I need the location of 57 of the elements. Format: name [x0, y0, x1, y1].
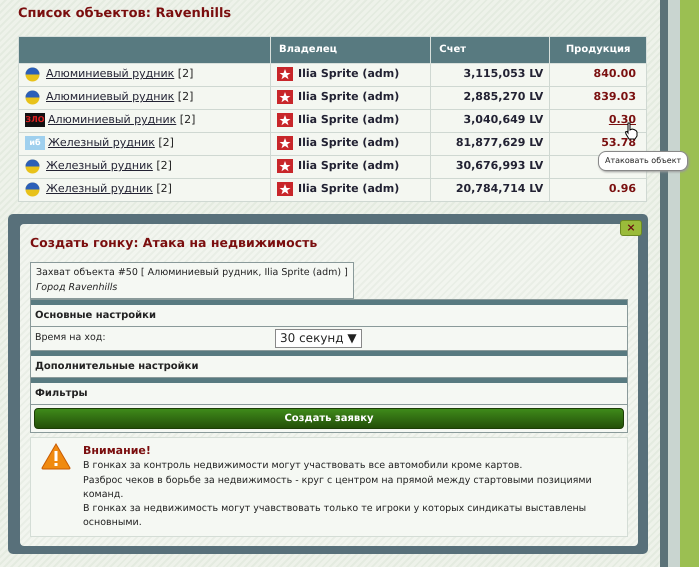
- star-icon: [277, 136, 293, 150]
- owner-name: Ilia Sprite (adm): [298, 90, 400, 104]
- emblem-logo: ЗЛО: [25, 113, 45, 128]
- time-select[interactable]: 30 секунд ▼: [275, 328, 362, 348]
- warning-title: Внимание!: [83, 442, 152, 459]
- score-cell: 20,784,714 LV: [430, 178, 550, 201]
- star-icon: [277, 159, 293, 174]
- star-icon: [277, 67, 293, 82]
- column-header: Продукция: [550, 36, 646, 63]
- score-cell: 2,885,270 LV: [430, 86, 550, 109]
- score-cell: 81,877,629 LV: [430, 132, 550, 155]
- object-count: [2]: [176, 90, 194, 104]
- owner-name: Ilia Sprite (adm): [298, 113, 400, 126]
- score-cell: 3,115,053 LV: [430, 63, 550, 86]
- object-count: [2]: [155, 159, 172, 172]
- warning-text: В гонках за контроль недвижимости могут участвовать все автомобили кроме картов.: [83, 459, 524, 474]
- warning-text: Разброс чеков в борьбе за недвижимость - круг с центром на прямой между стартовыми позициями команд.: [83, 474, 593, 502]
- dialog-title: Создать гонку: Атака на недвижимость: [30, 234, 318, 252]
- object-count: [2]: [178, 113, 196, 126]
- score-cell: 3,040,649 LV: [430, 109, 550, 132]
- flag-icon: [25, 66, 40, 82]
- star-icon: [277, 113, 293, 128]
- tooltip: Атаковать объект: [598, 151, 688, 171]
- flag-icon: [25, 90, 40, 105]
- section-header: Дополнительные настройки: [31, 350, 627, 378]
- flag-icon: [25, 158, 40, 174]
- owner-name: Ilia Sprite (adm): [298, 136, 400, 150]
- object-link[interactable]: Железный рудник: [46, 159, 153, 172]
- star-icon: [277, 182, 293, 196]
- production-link[interactable]: 0.96: [608, 182, 636, 196]
- field-label: Время на ход:: [35, 331, 107, 346]
- score-cell: 30,676,993 LV: [430, 155, 550, 178]
- warning-icon: [41, 442, 71, 470]
- owner-name: Ilia Sprite (adm): [298, 67, 400, 80]
- object-count: [2]: [157, 136, 174, 150]
- column-header: Владелец: [270, 36, 431, 63]
- page-title: Список объектов: Ravenhills: [18, 5, 232, 23]
- warning-text: В гонках за недвижимость могут учавствовать только те игроки у которых синдикаты выставлены основными.: [83, 502, 588, 530]
- close-button[interactable]: ×: [620, 220, 642, 236]
- owner-name: Ilia Sprite (adm): [298, 159, 400, 172]
- object-count: [2]: [176, 67, 194, 80]
- star-icon: [277, 90, 293, 104]
- city-name: Город Ravenhills: [36, 280, 118, 294]
- flag-icon: [25, 182, 40, 197]
- object-link[interactable]: Железный рудник: [48, 136, 155, 150]
- production-link[interactable]: 0.30: [608, 113, 636, 126]
- object-count: [2]: [155, 182, 172, 196]
- emblem-logo: иб: [25, 136, 45, 150]
- column-header: Счет: [430, 36, 550, 63]
- create-request-button[interactable]: Создать заявку: [34, 408, 624, 429]
- object-link[interactable]: Алюминиевый рудник: [46, 90, 174, 104]
- target-description: Захват объекта #50 [ Алюминиевый рудник, Ilia Sprite (adm) ]: [36, 266, 348, 280]
- object-link[interactable]: Железный рудник: [46, 182, 153, 196]
- owner-name: Ilia Sprite (adm): [298, 182, 400, 196]
- object-link[interactable]: Алюминиевый рудник: [48, 113, 176, 126]
- object-link[interactable]: Алюминиевый рудник: [46, 67, 174, 80]
- section-header: Основные настройки: [31, 300, 627, 327]
